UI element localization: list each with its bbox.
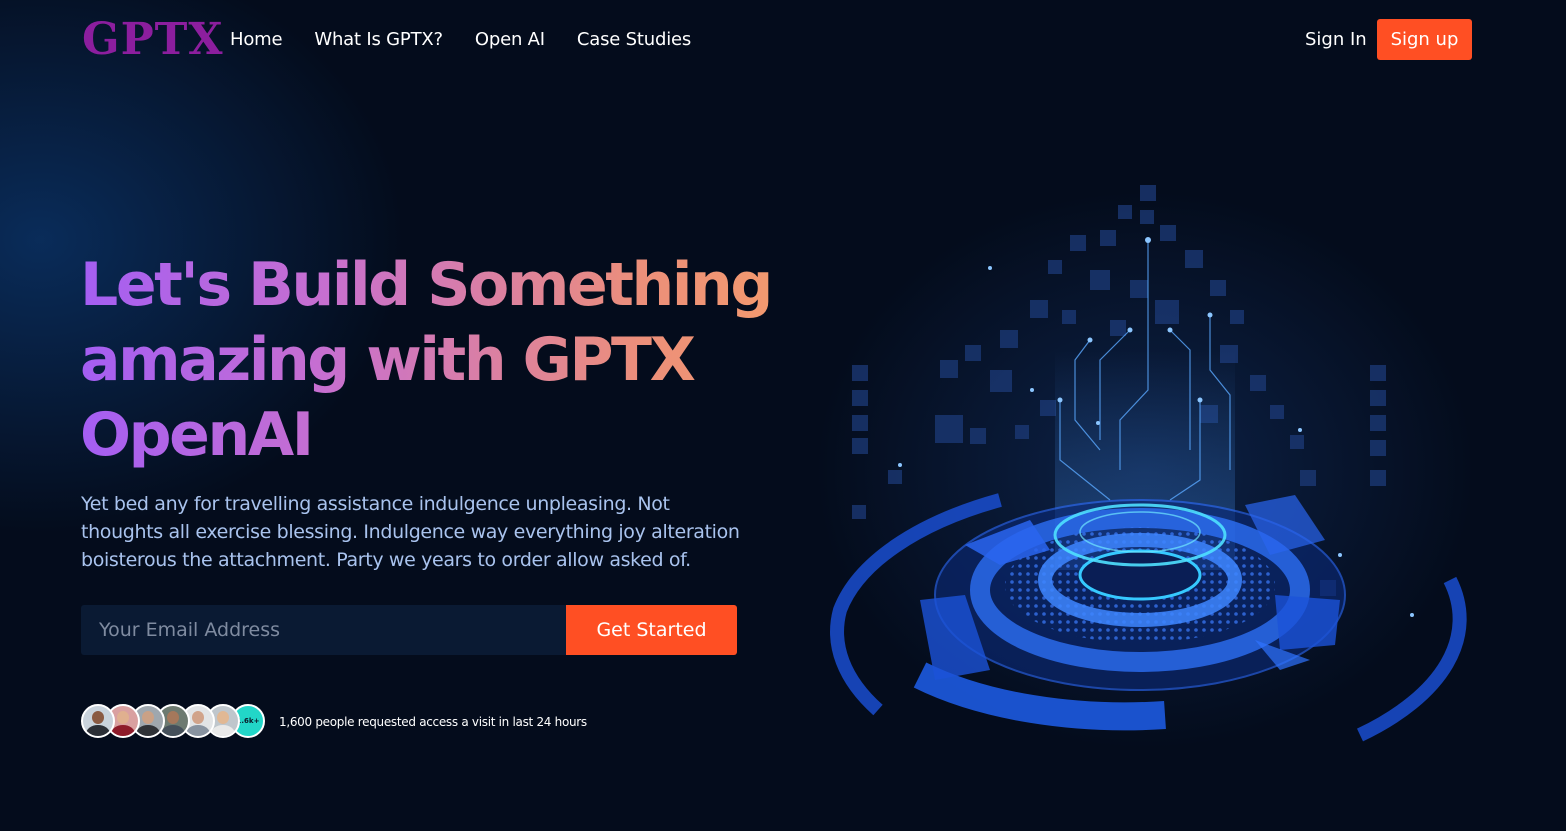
avatar	[81, 704, 115, 738]
avatar-group: 1.6k+	[81, 704, 265, 739]
email-input[interactable]	[81, 605, 566, 655]
hero-description: Yet bed any for travelling assistance in…	[81, 493, 740, 571]
headline-line-2: amazing with GPTX	[80, 323, 780, 398]
nav-what-is-gptx-link[interactable]: What Is GPTX?	[314, 28, 443, 52]
headline-line-3: OpenAI	[80, 398, 780, 473]
main-nav: Home What Is GPTX? Open AI Case Studies	[230, 28, 691, 52]
hero-headline: Let's Build Something amazing with GPTX …	[80, 248, 780, 473]
ai-hologram-illustration	[815, 185, 1475, 750]
requests-text: 1,600 people requested access a visit in…	[279, 715, 587, 729]
landing-page: GPTX Home What Is GPTX? Open AI Case Stu…	[0, 0, 1566, 831]
sign-up-button[interactable]: Sign up	[1377, 19, 1472, 60]
gptx-logo[interactable]: GPTX	[82, 14, 224, 66]
nav-case-studies-link[interactable]: Case Studies	[577, 28, 691, 52]
nav-open-ai-link[interactable]: Open AI	[475, 28, 545, 52]
sign-in-link[interactable]: Sign In	[1305, 28, 1367, 52]
nav-home-link[interactable]: Home	[230, 28, 283, 52]
headline-line-1: Let's Build Something	[80, 248, 780, 323]
email-signup-form: Get Started	[81, 605, 737, 655]
get-started-button[interactable]: Get Started	[566, 605, 737, 655]
